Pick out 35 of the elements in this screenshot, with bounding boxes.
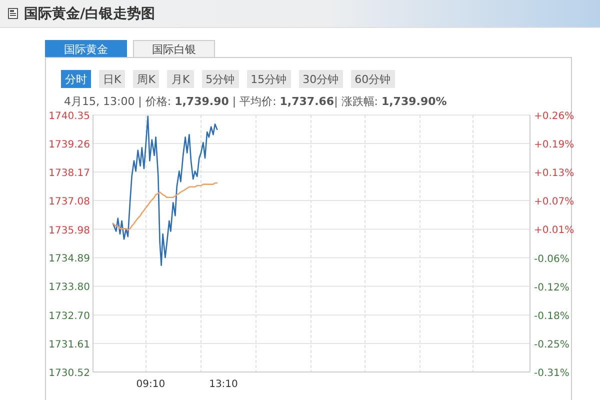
y-tick-label: 1732.70 <box>48 311 90 322</box>
y-tick-label: 1735.98 <box>48 225 90 236</box>
percent-tick-label: +0.07% <box>534 196 574 208</box>
tab[interactable]: 国际黄金 <box>45 40 127 57</box>
percent-tick-label: +0.01% <box>534 225 574 236</box>
percent-tick-label: +0.13% <box>534 168 574 180</box>
percent-tick-label: -0.06% <box>534 254 570 265</box>
percent-tick-label: +0.26% <box>534 111 574 122</box>
percent-tick-label: -0.12% <box>534 282 570 294</box>
y-tick-label: 1734.89 <box>48 254 90 265</box>
y-tick-label: 1731.61 <box>48 340 90 350</box>
x-tick-label: 09:10 <box>136 379 166 390</box>
percent-tick-label: -0.25% <box>534 339 570 350</box>
quote-info: 4月15, 13:00 | 价格: 1,739.90 | 平均价: 1,737.66| 涨跌幅: 1,739.90% <box>64 94 448 109</box>
page-title: 国际黄金/白银走势图 <box>24 4 156 22</box>
tab[interactable]: 国际白银 <box>133 40 215 57</box>
percent-tick-label: -0.18% <box>534 310 570 322</box>
y-tick-label: 1739.26 <box>48 140 90 150</box>
period-button[interactable]: 30分钟 <box>298 70 343 88</box>
y-tick-label: 1733.80 <box>48 282 90 294</box>
period-button[interactable]: 5分钟 <box>202 70 239 88</box>
percent-tick-label: -0.31% <box>534 368 570 379</box>
y-tick-label: 1730.52 <box>48 368 90 379</box>
y-tick-label: 1737.08 <box>48 196 90 208</box>
period-button[interactable]: 周K <box>133 70 160 88</box>
y-tick-label: 1738.17 <box>48 168 90 179</box>
period-button[interactable]: 日K <box>99 70 126 88</box>
document-icon <box>8 8 18 19</box>
percent-tick-label: +0.19% <box>534 140 574 151</box>
period-button[interactable]: 分时 <box>61 70 91 88</box>
y-tick-label: 1740.35 <box>48 111 90 122</box>
period-button[interactable]: 60分钟 <box>350 70 395 88</box>
period-button[interactable]: 月K <box>167 70 194 88</box>
x-tick-label: 13:10 <box>209 379 238 390</box>
period-button[interactable]: 15分钟 <box>246 70 291 88</box>
